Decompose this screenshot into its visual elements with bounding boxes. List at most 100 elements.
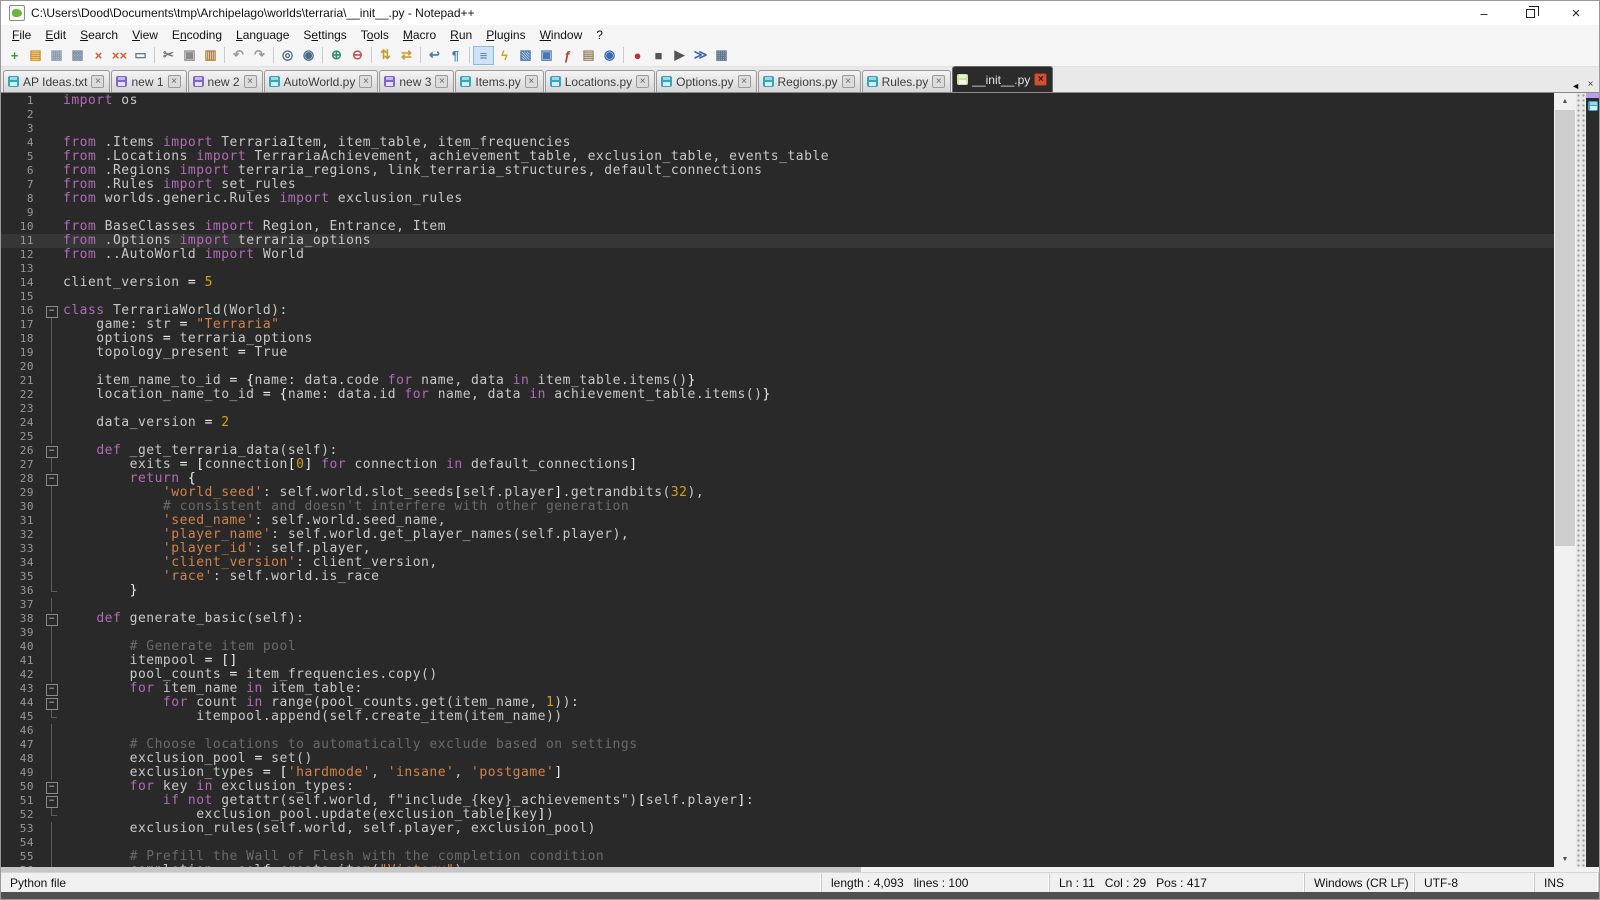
new-file-button[interactable]: + (4, 46, 25, 65)
line-number[interactable]: 18 (1, 332, 41, 346)
menu-edit[interactable]: Edit (38, 27, 73, 43)
code-line[interactable]: 17 game: str = "Terraria" (1, 318, 1554, 332)
menu-?[interactable]: ? (589, 27, 610, 43)
code-line[interactable]: 44 for count in range(pool_counts.get(it… (1, 696, 1554, 710)
minimize-button[interactable]: – (1461, 1, 1507, 25)
tab-autoworld-py[interactable]: AutoWorld.py× (264, 70, 379, 92)
zoom-out-button[interactable]: ⊖ (347, 46, 368, 65)
line-number[interactable]: 50 (1, 780, 41, 794)
print-button[interactable]: ▭ (130, 46, 151, 65)
code-line[interactable]: 12from ..AutoWorld import World (1, 248, 1554, 262)
menu-file[interactable]: File (5, 27, 38, 43)
function-completion-button[interactable]: ϟ (494, 46, 515, 65)
paste-button[interactable]: ▥ (200, 46, 221, 65)
indent-guide-button[interactable]: ≡ (473, 46, 494, 65)
line-number[interactable]: 9 (1, 206, 41, 220)
code-line[interactable]: 32 'player_name': self.world.get_player_… (1, 528, 1554, 542)
tab-close-icon[interactable]: × (1034, 73, 1047, 86)
fold-marker[interactable] (41, 612, 63, 626)
sync-horizontal-button[interactable]: ⇄ (396, 46, 417, 65)
document-map-button[interactable]: ▧ (515, 46, 536, 65)
vertical-scrollbar[interactable]: ▲ ▼ (1554, 93, 1576, 867)
code-line[interactable]: 8from worlds.generic.Rules import exclus… (1, 192, 1554, 206)
tab-close-icon[interactable]: × (91, 75, 104, 88)
cut-button[interactable]: ✂ (158, 46, 179, 65)
code-line[interactable]: 43 for item_name in item_table: (1, 682, 1554, 696)
show-all-characters-button[interactable]: ¶ (445, 46, 466, 65)
scroll-up-arrow-icon[interactable]: ▲ (1554, 93, 1576, 109)
code-line[interactable]: 33 'player_id': self.player, (1, 542, 1554, 556)
monitoring-button[interactable]: ◉ (599, 46, 620, 65)
vertical-scrollbar-thumb[interactable] (1555, 110, 1575, 546)
code-editor[interactable]: 1import os234from .Items import Terraria… (1, 93, 1554, 867)
fold-marker[interactable] (41, 696, 63, 710)
code-line[interactable]: 28 return { (1, 472, 1554, 486)
code-line[interactable]: 50 for key in exclusion_types: (1, 780, 1554, 794)
code-line[interactable]: 10from BaseClasses import Region, Entran… (1, 220, 1554, 234)
line-number[interactable]: 31 (1, 514, 41, 528)
line-number[interactable]: 30 (1, 500, 41, 514)
code-line[interactable]: 37 (1, 598, 1554, 612)
close-button[interactable]: × (1553, 1, 1599, 25)
code-line[interactable]: 45 itempool.append(self.create_item(item… (1, 710, 1554, 724)
line-number[interactable]: 35 (1, 570, 41, 584)
line-number[interactable]: 10 (1, 220, 41, 234)
tab-regions-py[interactable]: Regions.py× (758, 70, 861, 92)
menu-view[interactable]: View (125, 27, 165, 43)
tab-ap-ideas-txt[interactable]: AP Ideas.txt× (3, 70, 110, 92)
code-line[interactable]: 35 'race': self.world.is_race (1, 570, 1554, 584)
code-line[interactable]: 30 # consistent and doesn't interfere wi… (1, 500, 1554, 514)
tab-bar-close-button[interactable]: × (1584, 79, 1597, 92)
menu-plugins[interactable]: Plugins (479, 27, 532, 43)
code-line[interactable]: 38 def generate_basic(self): (1, 612, 1554, 626)
tab-scroll-left-button[interactable]: ◄ (1571, 81, 1580, 91)
tab-close-icon[interactable]: × (359, 75, 372, 88)
code-line[interactable]: 47 # Choose locations to automatically e… (1, 738, 1554, 752)
line-number[interactable]: 24 (1, 416, 41, 430)
tab-close-icon[interactable]: × (636, 75, 649, 88)
scroll-down-arrow-icon[interactable]: ▼ (1554, 851, 1576, 867)
code-line[interactable]: 16class TerrariaWorld(World): (1, 304, 1554, 318)
line-number[interactable]: 5 (1, 150, 41, 164)
pane-splitter[interactable] (1576, 93, 1586, 867)
menu-language[interactable]: Language (229, 27, 296, 43)
line-number[interactable]: 42 (1, 668, 41, 682)
line-number[interactable]: 54 (1, 836, 41, 850)
menu-search[interactable]: Search (73, 27, 125, 43)
macro-run-multiple-button[interactable]: ≫ (690, 46, 711, 65)
collapsed-second-view-pane[interactable] (1586, 93, 1599, 867)
macro-stop-button[interactable]: ■ (648, 46, 669, 65)
find-button[interactable]: ◎ (277, 46, 298, 65)
line-number[interactable]: 2 (1, 108, 41, 122)
fold-marker[interactable] (41, 682, 63, 696)
code-line[interactable]: 34 'client_version': client_version, (1, 556, 1554, 570)
line-number[interactable]: 27 (1, 458, 41, 472)
word-wrap-button[interactable]: ↩ (424, 46, 445, 65)
code-line[interactable]: 31 'seed_name': self.world.seed_name, (1, 514, 1554, 528)
line-number[interactable]: 40 (1, 640, 41, 654)
code-line[interactable]: 9 (1, 206, 1554, 220)
tab-close-icon[interactable]: × (168, 75, 181, 88)
tab-new-3[interactable]: new 3× (379, 70, 454, 92)
menu-run[interactable]: Run (443, 27, 479, 43)
code-line[interactable]: 41 itempool = [] (1, 654, 1554, 668)
line-number[interactable]: 11 (1, 234, 41, 248)
save-button[interactable]: ▦ (46, 46, 67, 65)
fold-marker[interactable] (41, 444, 63, 458)
line-number[interactable]: 51 (1, 794, 41, 808)
code-line[interactable]: 36 } (1, 584, 1554, 598)
line-number[interactable]: 20 (1, 360, 41, 374)
macro-save-button[interactable]: ▦ (711, 46, 732, 65)
menu-encoding[interactable]: Encoding (165, 27, 229, 43)
code-line[interactable]: 25 (1, 430, 1554, 444)
tab-rules-py[interactable]: Rules.py× (862, 70, 952, 92)
close-button[interactable]: × (88, 46, 109, 65)
line-number[interactable]: 17 (1, 318, 41, 332)
line-number[interactable]: 21 (1, 374, 41, 388)
code-line[interactable]: 40 # Generate item pool (1, 640, 1554, 654)
code-line[interactable]: 3 (1, 122, 1554, 136)
horizontal-scrollbar-thumb[interactable] (1, 867, 861, 872)
tab-close-icon[interactable]: × (244, 75, 257, 88)
code-line[interactable]: 19 topology_present = True (1, 346, 1554, 360)
code-line[interactable]: 29 'world_seed': self.world.slot_seeds[s… (1, 486, 1554, 500)
